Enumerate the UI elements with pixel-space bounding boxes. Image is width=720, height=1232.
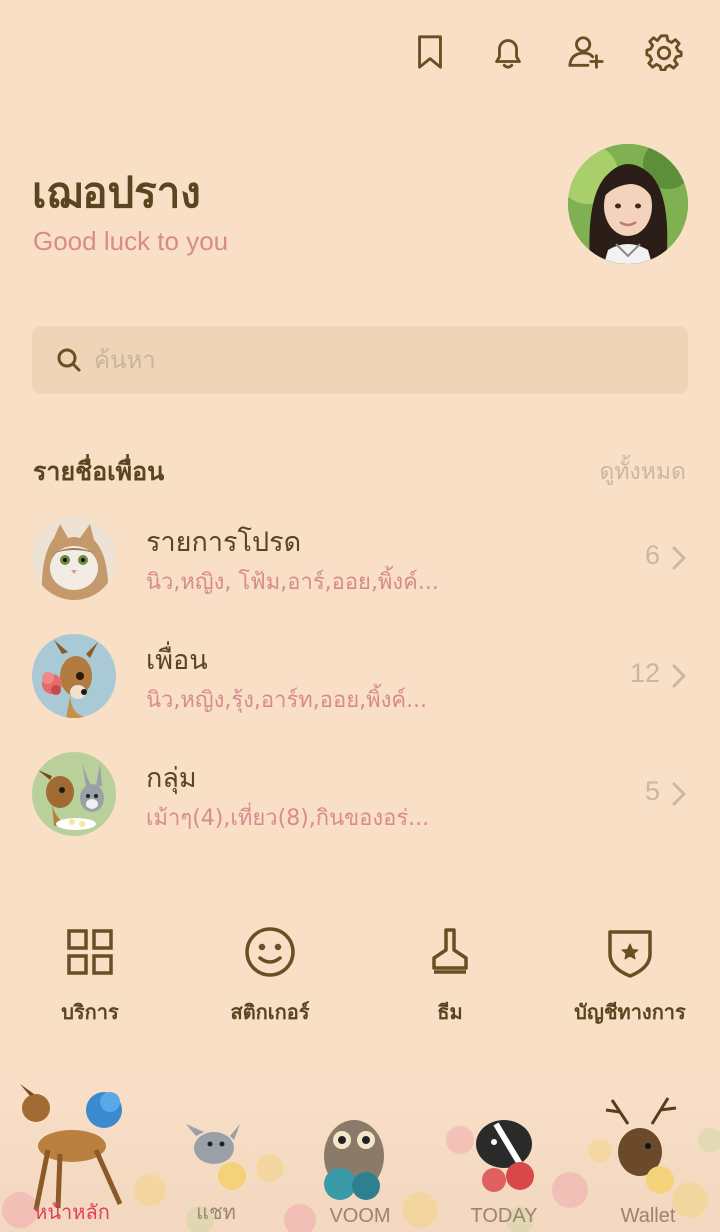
- chevron-right-icon: [672, 782, 686, 806]
- nav-label: VOOM: [329, 1205, 391, 1227]
- search-input[interactable]: [94, 346, 654, 374]
- group-count: 5: [644, 776, 660, 806]
- group-members: นิว,หญิง, โฟ้ม,อาร์,ออย,พิ้งค์...: [146, 570, 439, 595]
- fawn-rabbit-avatar: [32, 752, 116, 836]
- nav-voom[interactable]: VOOM: [288, 1205, 432, 1228]
- group-title: เพื่อน: [146, 645, 208, 676]
- service-shortcuts: บริการ สติกเกอร์ ธีม บัญชีทางการ: [0, 924, 720, 1034]
- nav-chat[interactable]: แชท: [144, 1196, 288, 1228]
- add-friend-icon[interactable]: [566, 32, 606, 72]
- nav-label: Wallet: [620, 1205, 676, 1227]
- search-icon: [57, 348, 81, 372]
- bell-icon[interactable]: [488, 32, 528, 72]
- shortcut-label: บัญชีทางการ: [574, 1000, 686, 1024]
- nav-label: หน้าหลัก: [34, 1202, 110, 1224]
- brush-icon: [432, 928, 468, 974]
- top-toolbar: [410, 32, 684, 72]
- group-members: เม้าๆ(4),เที่ยว(8),กินของอร่...: [146, 806, 430, 831]
- search-bar[interactable]: [32, 326, 688, 394]
- chevron-right-icon: [672, 664, 686, 688]
- fawn-avatar: [32, 634, 116, 718]
- themes-shortcut[interactable]: ธีม: [360, 924, 540, 1028]
- friend-group-friends[interactable]: เพื่อน นิว,หญิง,รุ้ง,อาร์ท,ออย,พิ้งค์...…: [32, 634, 688, 724]
- gear-icon[interactable]: [644, 32, 684, 72]
- friends-section-title: รายชื่อเพื่อน: [33, 457, 165, 486]
- shortcut-label: บริการ: [61, 1000, 119, 1024]
- profile-status-message[interactable]: Good luck to you: [33, 226, 228, 257]
- friend-group-groups[interactable]: กลุ่ม เม้าๆ(4),เที่ยว(8),กินของอร่... 5: [32, 752, 688, 842]
- nav-label: TODAY: [470, 1205, 538, 1227]
- friend-group-favorites[interactable]: รายการโปรด นิว,หญิง, โฟ้ม,อาร์,ออย,พิ้งค…: [32, 516, 688, 606]
- official-accounts-shortcut[interactable]: บัญชีทางการ: [540, 924, 720, 1028]
- services-shortcut[interactable]: บริการ: [0, 924, 180, 1028]
- nav-label: แชท: [196, 1202, 236, 1224]
- group-members: นิว,หญิง,รุ้ง,อาร์ท,ออย,พิ้งค์...: [146, 688, 428, 713]
- bottom-navigation: หน้าหลัก แชท VOOM TODAY Wallet: [0, 1080, 720, 1232]
- shield-star-icon: [608, 930, 652, 978]
- shortcut-label: ธีม: [437, 1000, 463, 1024]
- group-count: 6: [644, 540, 660, 570]
- grid-icon: [67, 929, 113, 975]
- profile-avatar[interactable]: [568, 144, 688, 264]
- group-count: 12: [629, 658, 660, 688]
- chevron-right-icon: [672, 546, 686, 570]
- nav-home[interactable]: หน้าหลัก: [0, 1196, 144, 1228]
- group-title: รายการโปรด: [146, 527, 302, 558]
- smiley-icon: [245, 927, 295, 977]
- nav-wallet[interactable]: Wallet: [576, 1205, 720, 1228]
- profile-name[interactable]: เฌอปราง: [32, 160, 201, 226]
- stickers-shortcut[interactable]: สติกเกอร์: [180, 924, 360, 1028]
- shortcut-label: สติกเกอร์: [230, 1000, 310, 1024]
- bookmark-icon[interactable]: [410, 32, 450, 72]
- cat-avatar: [32, 516, 116, 600]
- group-title: กลุ่ม: [146, 763, 197, 794]
- nav-today[interactable]: TODAY: [432, 1205, 576, 1228]
- see-all-link[interactable]: ดูทั้งหมด: [599, 454, 686, 490]
